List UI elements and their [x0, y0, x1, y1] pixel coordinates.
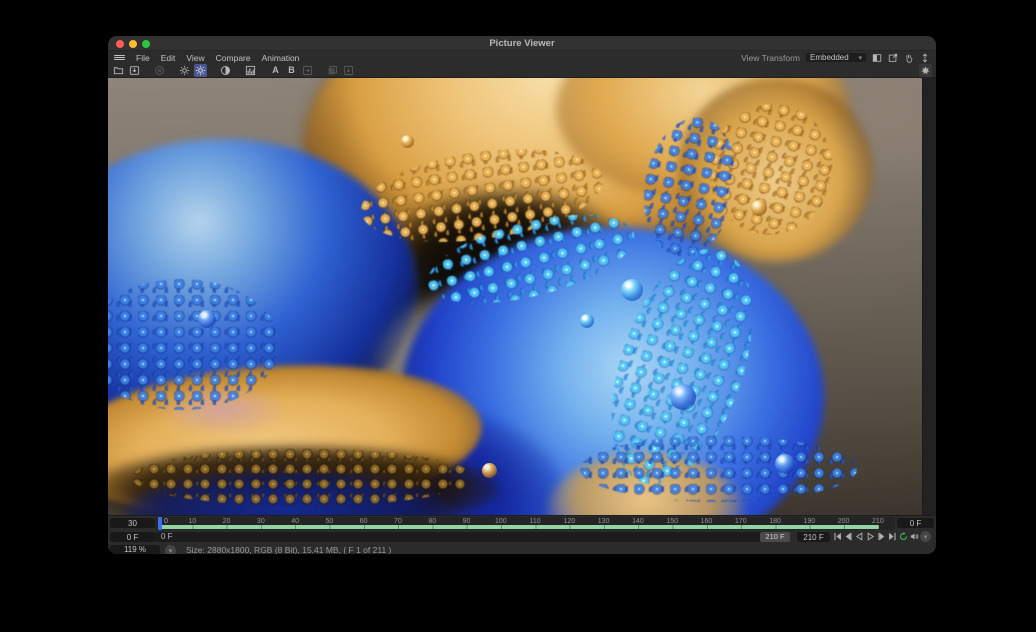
viewport-canvas[interactable]: [108, 78, 922, 515]
end-frame-field[interactable]: 210 F: [797, 532, 830, 542]
ruler-tick: 100: [495, 518, 507, 525]
range-start-label: 0 F: [155, 532, 173, 541]
save-image-button[interactable]: [128, 64, 141, 77]
stop-render-button: [153, 64, 166, 77]
menu-bar: File Edit View Compare Animation View Tr…: [108, 52, 936, 63]
split-view-icon[interactable]: [872, 53, 882, 63]
ruler-tick: 110: [529, 518, 540, 525]
fps-field[interactable]: 30: [110, 518, 155, 528]
ruler-tick: 20: [223, 518, 231, 525]
range-slider[interactable]: 0 F 210 F: [155, 532, 790, 542]
ruler-tick: 60: [360, 518, 368, 525]
goto-end-button[interactable]: [887, 532, 897, 542]
range-end-handle[interactable]: 210 F: [760, 532, 790, 542]
open-window-icon[interactable]: [888, 53, 898, 63]
ruler-tick: 210: [872, 518, 884, 525]
ruler-tick: 200: [838, 518, 850, 525]
menu-compare[interactable]: Compare: [216, 53, 251, 63]
render-bubbles-blue-bottom-right: [580, 436, 857, 502]
menu-edit[interactable]: Edit: [161, 53, 176, 63]
playhead[interactable]: [158, 517, 162, 530]
render-big-bubble: [670, 384, 696, 410]
image-info-text: Size: 2880x1800, RGB (8 Bit), 15.41 MB, …: [186, 545, 391, 554]
timeline-panel: 30 0 10 20 30 40 50 60 70 80 90 100 110 120 130 140 150…: [108, 515, 936, 554]
zoom-level-field[interactable]: 119 %: [110, 545, 160, 555]
ruler-tick: 180: [769, 518, 781, 525]
histogram-button[interactable]: [244, 64, 257, 77]
chevron-down-icon: [858, 53, 862, 62]
ruler-tick: 40: [291, 518, 299, 525]
pan-hand-icon[interactable]: [904, 53, 914, 63]
menu-animation[interactable]: Animation: [262, 53, 300, 63]
render-big-bubble: [621, 279, 643, 301]
view-transform-value: Embedded: [810, 53, 849, 62]
transport-controls: [832, 532, 931, 542]
render-big-bubble: [580, 314, 594, 328]
goto-start-button[interactable]: [832, 532, 842, 542]
zoom-dropdown-button[interactable]: [165, 545, 176, 555]
ruler-tick: 50: [325, 518, 333, 525]
render-big-bubble: [198, 310, 216, 328]
hamburger-menu-icon[interactable]: [114, 53, 125, 62]
ruler-tick: 70: [394, 518, 402, 525]
menu-file[interactable]: File: [136, 53, 150, 63]
chevron-down-icon: [169, 546, 173, 555]
playback-options-dropdown[interactable]: [920, 531, 931, 542]
ruler-tick: 150: [666, 518, 678, 525]
sparkle-icon[interactable]: [919, 64, 932, 77]
current-frame-field[interactable]: 0 F: [110, 532, 155, 542]
toolbar: A B: [108, 63, 936, 78]
display-settings-gear-button[interactable]: [178, 64, 191, 77]
timeline-ruler[interactable]: 0 10 20 30 40 50 60 70 80 90 100 110 120 130 140 150 160…: [155, 517, 895, 530]
step-back-button[interactable]: [843, 532, 853, 542]
ruler-tick: 30: [257, 518, 265, 525]
window-title: Picture Viewer: [108, 38, 936, 49]
ruler-tick: 140: [632, 518, 644, 525]
ruler-tick: 0: [164, 518, 168, 525]
ruler-tick: 120: [564, 518, 576, 525]
compare-a-button[interactable]: A: [269, 64, 282, 77]
desktop-background: Picture Viewer File Edit View Compare An…: [0, 0, 1036, 632]
swap-ab-icon: [301, 64, 314, 77]
ruler-tick: 160: [701, 518, 713, 525]
ruler-tick: 80: [428, 518, 436, 525]
play-backward-button[interactable]: [854, 532, 864, 542]
compare-b-button[interactable]: B: [285, 64, 298, 77]
menubar-right-group: View Transform Embedded: [741, 53, 930, 63]
canvas-right-gutter: [922, 78, 936, 515]
ruler-right-field[interactable]: 0 F: [897, 518, 934, 528]
ruler-tick: 170: [735, 518, 747, 525]
step-forward-button[interactable]: [876, 532, 886, 542]
menu-view[interactable]: View: [186, 53, 204, 63]
ruler-tick: 10: [188, 518, 196, 525]
render-big-bubble: [401, 135, 414, 148]
timeline-range-bar[interactable]: [158, 525, 879, 529]
contrast-button[interactable]: [219, 64, 232, 77]
ruler-tick: 130: [598, 518, 610, 525]
titlebar[interactable]: Picture Viewer: [108, 36, 936, 51]
play-forward-button[interactable]: [865, 532, 875, 542]
open-folder-button[interactable]: [112, 64, 125, 77]
view-transform-select[interactable]: Embedded: [806, 53, 866, 62]
dock-arrows-icon[interactable]: [920, 53, 930, 63]
picture-viewer-window: Picture Viewer File Edit View Compare An…: [108, 36, 936, 554]
loop-playback-icon[interactable]: [898, 532, 908, 542]
paste-image-icon: [342, 64, 355, 77]
filter-gear-button[interactable]: [194, 64, 207, 77]
render-bubbles-amber-bottom: [132, 449, 474, 506]
ruler-tick: 190: [803, 518, 815, 525]
render-big-bubble: [482, 463, 497, 478]
sound-icon[interactable]: [909, 532, 919, 542]
ruler-tick: 90: [463, 518, 471, 525]
view-transform-label: View Transform: [741, 53, 800, 63]
copy-image-icon: [326, 64, 339, 77]
chevron-down-icon: [924, 532, 928, 541]
